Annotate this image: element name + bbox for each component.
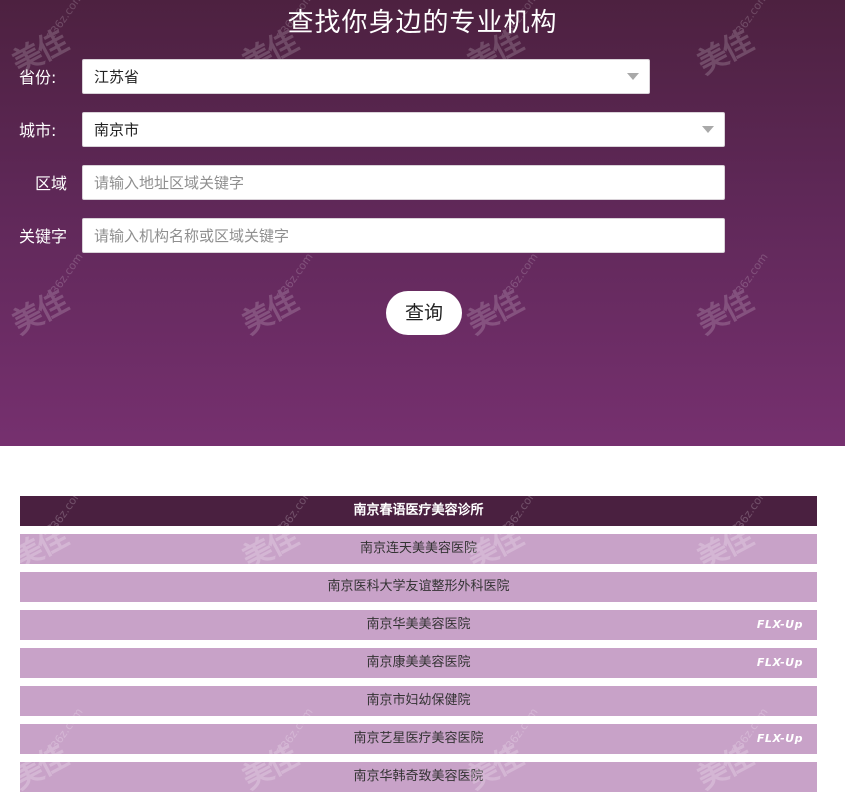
- province-select[interactable]: 江苏省: [82, 59, 650, 94]
- keyword-label: 关键字: [19, 227, 68, 246]
- list-item[interactable]: 南京连天美美容医院: [20, 534, 817, 564]
- chevron-down-icon: [627, 73, 639, 80]
- chevron-down-icon: [702, 126, 714, 133]
- city-label: 城市:: [19, 121, 57, 140]
- list-item[interactable]: 南京市妇幼保健院: [20, 686, 817, 716]
- list-item-name: 南京康美美容医院: [366, 655, 471, 670]
- watermark: 236z.com 美佳: [461, 250, 541, 342]
- list-item-name: 南京连天美美容医院: [359, 541, 477, 556]
- list-item-name: 南京春语医疗美容诊所: [353, 503, 484, 518]
- flx-up-badge: FLX-Up: [756, 656, 803, 669]
- flx-up-badge: FLX-Up: [756, 732, 803, 745]
- list-item[interactable]: 南京春语医疗美容诊所: [20, 496, 817, 526]
- province-value: 江苏省: [94, 68, 140, 86]
- city-select[interactable]: 南京市: [82, 112, 725, 147]
- keyword-input[interactable]: [83, 219, 724, 252]
- list-item[interactable]: 南京华韩奇致美容医院: [20, 762, 817, 792]
- list-item-name: 南京市妇幼保健院: [366, 693, 471, 708]
- list-item[interactable]: 南京艺星医疗美容医院 FLX-Up: [20, 724, 817, 754]
- city-value: 南京市: [94, 121, 140, 139]
- watermark: 236z.com 美佳: [236, 250, 316, 342]
- watermark: 236z.com 美佳: [6, 250, 86, 342]
- province-label: 省份:: [19, 68, 57, 87]
- search-hero: 236z.com 美佳 236z.com 美佳 236z.com 美佳 236z.co…: [0, 0, 845, 446]
- list-item-name: 南京华韩奇致美容医院: [353, 769, 484, 784]
- list-item[interactable]: 南京康美美容医院 FLX-Up: [20, 648, 817, 678]
- keyword-field[interactable]: [82, 218, 725, 253]
- area-label: 区域: [35, 174, 68, 193]
- list-item-name: 南京医科大学友谊整形外科医院: [327, 579, 510, 594]
- list-item-name: 南京艺星医疗美容医院: [353, 731, 484, 746]
- list-item[interactable]: 南京华美美容医院 FLX-Up: [20, 610, 817, 640]
- page-title: 查找你身边的专业机构: [287, 8, 558, 38]
- area-input[interactable]: [83, 166, 724, 199]
- watermark: 236z.com 美佳: [691, 250, 771, 342]
- list-item[interactable]: 南京医科大学友谊整形外科医院: [20, 572, 817, 602]
- flx-up-badge: FLX-Up: [756, 618, 803, 631]
- search-button[interactable]: 查询: [386, 291, 462, 335]
- area-field[interactable]: [82, 165, 725, 200]
- list-item-name: 南京华美美容医院: [366, 617, 471, 632]
